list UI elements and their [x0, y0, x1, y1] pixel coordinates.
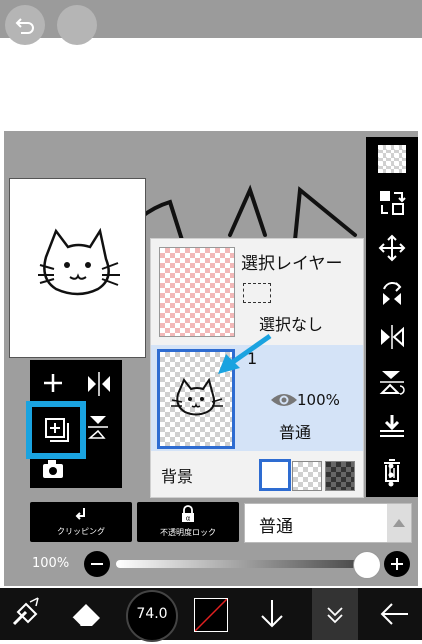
opacity-label: 100%	[32, 556, 70, 571]
layer-1-opacity: 100%	[297, 391, 340, 409]
selection-marquee-icon	[243, 283, 271, 303]
opacity-increase-button[interactable]	[384, 551, 410, 577]
transparency-checker-icon[interactable]	[378, 145, 406, 173]
background-row: 背景	[151, 453, 363, 497]
collapse-button[interactable]	[312, 588, 358, 640]
visibility-eye-icon[interactable]	[269, 391, 299, 409]
undo-icon	[15, 18, 34, 34]
collapse-icon	[327, 607, 343, 624]
duplicate-layer-icon	[45, 418, 69, 442]
blend-mode-dropdown[interactable]	[387, 504, 411, 542]
opacity-slider-track[interactable]	[116, 560, 366, 568]
opacity-slider-thumb[interactable]	[353, 551, 381, 579]
back-icon[interactable]	[376, 596, 412, 632]
blend-mode-value: 普通	[259, 517, 293, 537]
cat-thumbnail-icon	[38, 227, 120, 296]
lock-alpha-icon: α	[182, 505, 194, 523]
add-layer-icon	[44, 374, 62, 392]
brush-size-button[interactable]: 74.0	[126, 590, 178, 642]
trash-icon-spacer	[378, 417, 406, 445]
background-dark-option[interactable]	[325, 461, 355, 491]
clipping-button[interactable]: クリッピング	[30, 502, 132, 542]
brush-size-value: 74.0	[136, 606, 168, 622]
layer-1-blend-mode: 普通	[279, 423, 312, 442]
transform-icon[interactable]	[8, 596, 44, 632]
clipping-label: クリッピング	[57, 527, 105, 536]
canvas-thumbnail[interactable]	[9, 178, 146, 358]
flip-horizontal-icon[interactable]	[378, 323, 406, 351]
layer-transfer-icon[interactable]	[378, 189, 406, 217]
opacity-decrease-button[interactable]	[84, 551, 110, 577]
plus-icon	[391, 558, 403, 570]
arrow-down-icon[interactable]	[256, 596, 288, 632]
selection-layer-row[interactable]: 選択レイヤー 選択なし	[151, 239, 363, 343]
duplicate-layer-highlight[interactable]	[26, 401, 86, 459]
minus-icon	[91, 563, 103, 565]
flip-vertical-icon[interactable]	[378, 368, 406, 396]
clipping-icon	[75, 508, 85, 520]
opacity-lock-button[interactable]: α 不透明度ロック	[137, 502, 239, 542]
duplicate-layer-button[interactable]	[32, 407, 80, 453]
pointer-arrow-icon	[218, 333, 272, 374]
rotate-icon[interactable]	[378, 279, 406, 307]
flip-horizontal-small-button[interactable]	[76, 362, 122, 404]
bottom-toolbar: 74.0	[0, 588, 422, 642]
background-white-option[interactable]	[259, 459, 291, 491]
chevron-up-icon	[393, 519, 405, 527]
blend-mode-select[interactable]: 普通	[244, 503, 412, 543]
move-icon[interactable]	[378, 234, 406, 262]
color-swatch-icon	[194, 598, 228, 632]
more-icon[interactable]	[384, 462, 398, 490]
color-swatch[interactable]	[194, 598, 228, 632]
undo-button[interactable]	[5, 5, 45, 45]
redo-button[interactable]	[57, 5, 97, 45]
svg-text:α: α	[186, 515, 191, 523]
add-layer-button[interactable]	[30, 362, 76, 404]
right-toolbar	[366, 137, 418, 497]
background-transparent-option[interactable]	[292, 461, 322, 491]
flip-horizontal-small-icon	[88, 372, 110, 396]
selection-layer-thumbnail	[159, 247, 235, 337]
eraser-icon[interactable]	[66, 596, 106, 632]
background-label: 背景	[161, 467, 194, 486]
selection-layer-title: 選択レイヤー	[241, 254, 343, 274]
opacity-lock-label: 不透明度ロック	[160, 528, 216, 537]
